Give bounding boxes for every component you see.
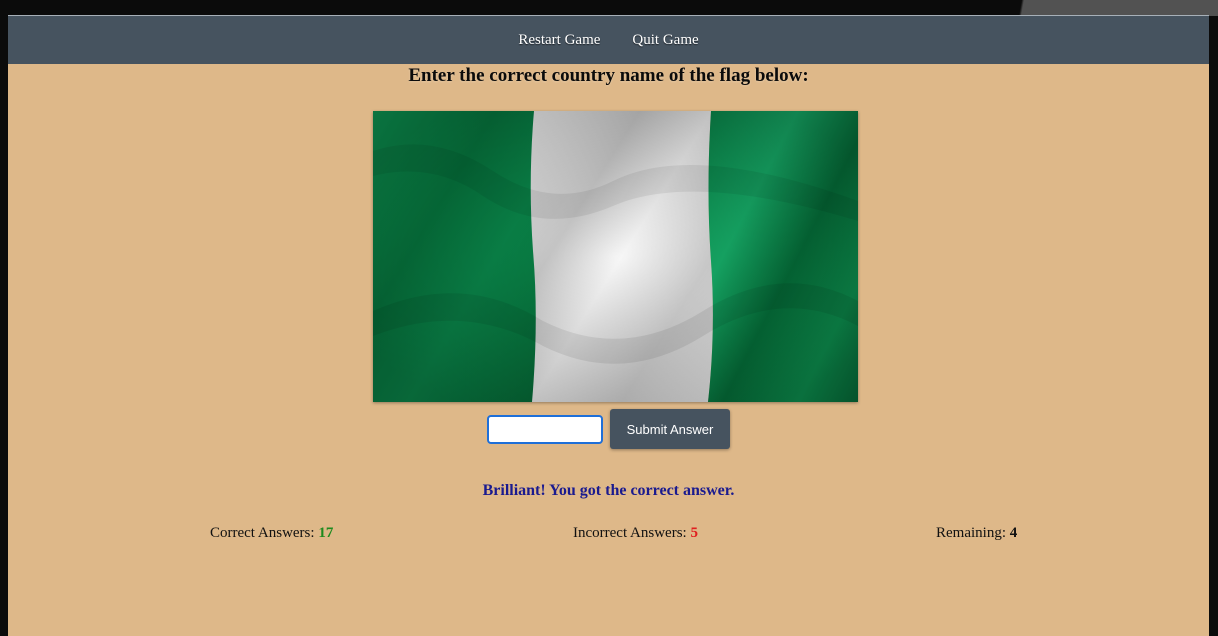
answer-input[interactable] xyxy=(487,414,603,444)
restart-game-link[interactable]: Restart Game xyxy=(518,32,600,49)
remaining-stat: Remaining: 4 xyxy=(936,525,1017,542)
window-corner-sheen xyxy=(978,0,1218,16)
navbar: Restart Game Quit Game xyxy=(8,15,1209,64)
nigeria-flag-icon xyxy=(373,111,858,402)
feedback-message: Brilliant! You got the correct answer. xyxy=(482,482,735,499)
correct-answers-stat: Correct Answers: 17 xyxy=(210,525,333,542)
quit-game-link[interactable]: Quit Game xyxy=(632,32,698,49)
correct-answers-label: Correct Answers: xyxy=(210,525,315,541)
page-title: Enter the correct country name of the fl… xyxy=(408,65,809,86)
submit-answer-button[interactable]: Submit Answer xyxy=(610,409,730,449)
incorrect-answers-value: 5 xyxy=(690,525,698,541)
app-window: Restart Game Quit Game Enter the correct… xyxy=(8,15,1209,636)
remaining-value: 4 xyxy=(1009,525,1018,541)
answer-row: Submit Answer xyxy=(8,409,1209,449)
incorrect-answers-stat: Incorrect Answers: 5 xyxy=(573,525,698,542)
incorrect-answers-label: Incorrect Answers: xyxy=(573,525,687,541)
correct-answers-value: 17 xyxy=(318,525,334,541)
remaining-label: Remaining: xyxy=(936,525,1006,541)
flag-image xyxy=(373,111,858,402)
